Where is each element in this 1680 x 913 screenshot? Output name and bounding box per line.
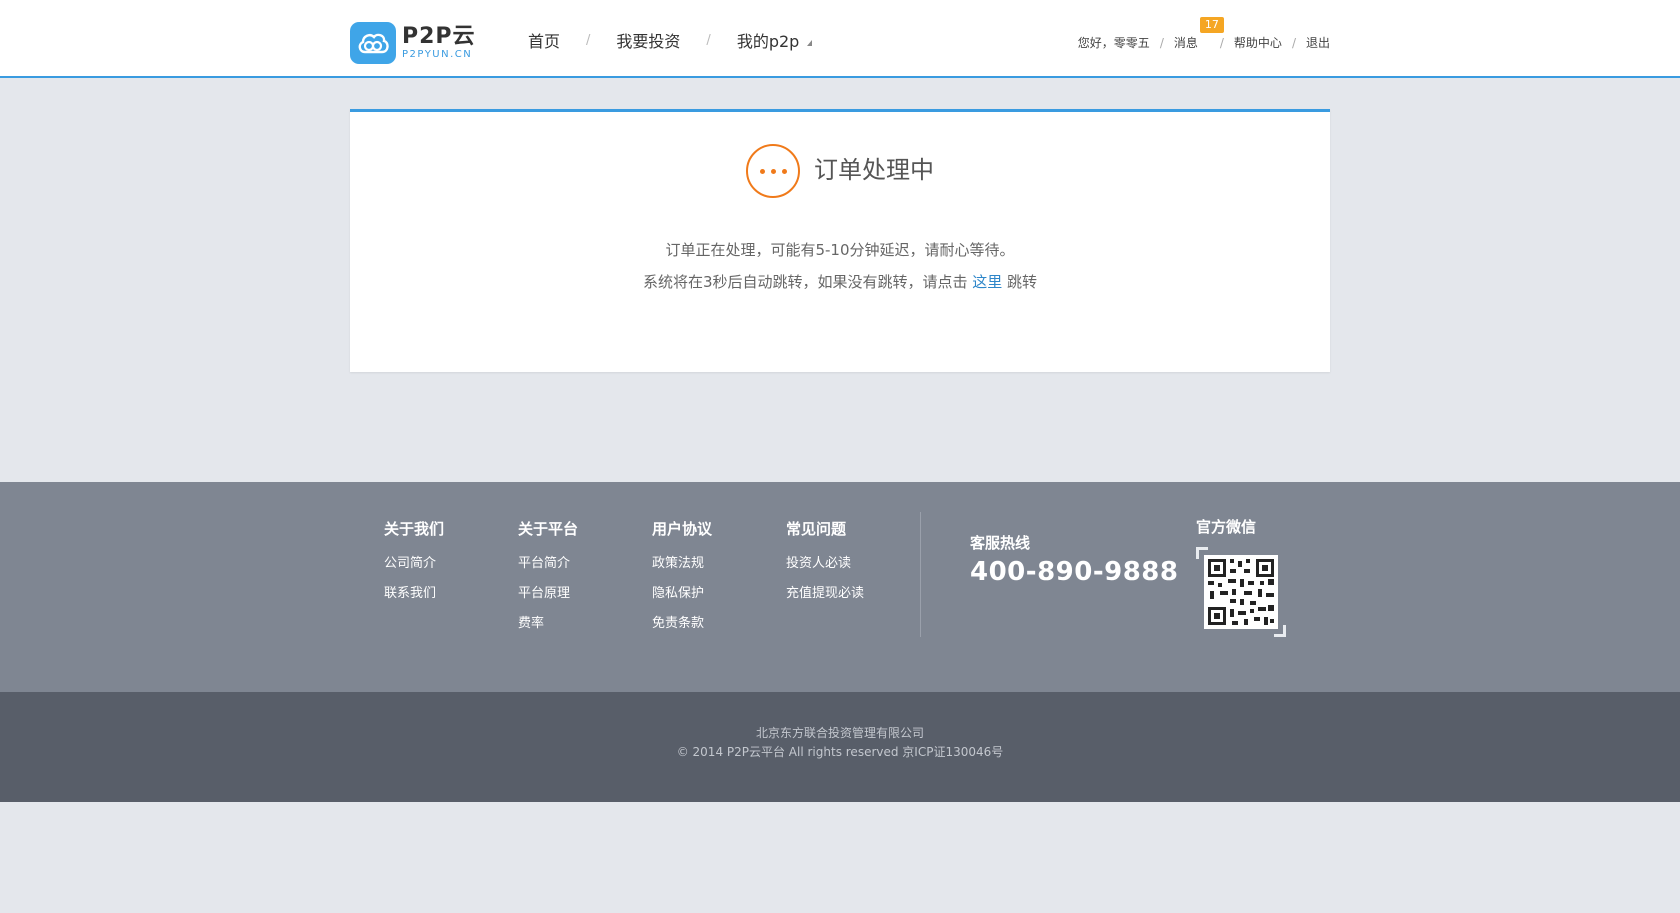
main-nav: 首页 / 我要投资 / 我的p2p <box>528 28 813 52</box>
qr-code-icon <box>1204 555 1278 629</box>
logo-domain: P2PYUN.CN <box>402 49 473 60</box>
footer-column-user-agreement: 用户协议 政策法规 隐私保护 免责条款 <box>652 518 712 639</box>
footer-link[interactable]: 投资人必读 <box>786 549 864 579</box>
footer-column-title: 关于平台 <box>518 520 579 538</box>
customer-hotline: 客服热线 400-890-9888 <box>970 532 1179 587</box>
nav-separator: / <box>586 32 591 48</box>
order-status-card: 订单处理中 订单正在处理，可能有5-10分钟延迟，请耐心等待。 系统将在3秒后自… <box>350 109 1330 372</box>
status-message: 订单正在处理，可能有5-10分钟延迟，请耐心等待。 系统将在3秒后自动跳转，如果… <box>350 234 1330 298</box>
processing-icon <box>746 144 800 198</box>
hotline-number: 400-890-9888 <box>970 557 1179 587</box>
official-wechat: 官方微信 <box>1196 516 1286 637</box>
footer-link[interactable]: 免责条款 <box>652 609 712 639</box>
footer-column-about-platform: 关于平台 平台简介 平台原理 费率 <box>518 518 578 639</box>
footer-column-about-us: 关于我们 公司简介 联系我们 <box>384 518 444 609</box>
wechat-qr-frame <box>1196 547 1286 637</box>
site-logo[interactable]: P2P云 P2PYUN.CN <box>350 22 476 64</box>
footer-column-faq: 常见问题 投资人必读 充值提现必读 <box>786 518 864 609</box>
help-center-link[interactable]: 帮助中心 <box>1234 34 1282 51</box>
messages-label: 消息 <box>1173 36 1198 50</box>
footer-column-title: 关于我们 <box>384 520 445 538</box>
messages-link[interactable]: 消息 17 <box>1173 17 1224 51</box>
site-footer: 关于我们 公司简介 联系我们 关于平台 平台简介 平台原理 费率 用户协议 政策… <box>0 482 1680 692</box>
footer-link[interactable]: 充值提现必读 <box>786 579 864 609</box>
cloud-icon <box>350 22 396 64</box>
footer-divider <box>920 512 921 637</box>
redirect-text-end: 跳转 <box>1002 273 1038 291</box>
footer-link[interactable]: 公司简介 <box>384 549 444 579</box>
nav-invest[interactable]: 我要投资 <box>616 28 680 52</box>
footer-link[interactable]: 费率 <box>518 609 578 639</box>
redirect-link[interactable]: 这里 <box>972 273 1002 291</box>
nav-separator: / <box>706 32 711 48</box>
copyright-bar: 北京东方联合投资管理有限公司 © 2014 P2P云平台 All rights … <box>0 692 1680 802</box>
messages-count-badge: 17 <box>1199 17 1224 33</box>
user-bar-separator: / <box>1219 35 1224 50</box>
company-name: 北京东方联合投资管理有限公司 <box>755 726 924 740</box>
user-bar: 您好，零零五 / 消息 17 / 帮助中心 / 退出 <box>1077 17 1330 51</box>
nav-my-p2p[interactable]: 我的p2p <box>737 28 813 52</box>
hotline-label: 客服热线 <box>970 534 1031 552</box>
wechat-label: 官方微信 <box>1196 518 1257 536</box>
nav-home[interactable]: 首页 <box>528 28 560 52</box>
footer-link[interactable]: 隐私保护 <box>652 579 712 609</box>
footer-link[interactable]: 联系我们 <box>384 579 444 609</box>
caret-down-icon <box>807 39 813 46</box>
footer-column-title: 用户协议 <box>652 520 713 538</box>
footer-column-title: 常见问题 <box>786 520 847 538</box>
user-greeting: 您好，零零五 <box>1077 36 1150 50</box>
redirect-text: 系统将在3秒后自动跳转，如果没有跳转，请点击 <box>642 273 973 291</box>
logo-text: P2P云 <box>402 24 476 49</box>
footer-link[interactable]: 政策法规 <box>652 549 712 579</box>
status-heading: 订单处理中 <box>746 144 934 198</box>
status-title: 订单处理中 <box>814 155 934 184</box>
status-line-1: 订单正在处理，可能有5-10分钟延迟，请耐心等待。 <box>665 241 1015 259</box>
footer-link[interactable]: 平台简介 <box>518 549 578 579</box>
copyright-notice: © 2014 P2P云平台 All rights reserved 京ICP证1… <box>676 745 1004 759</box>
status-line-2: 系统将在3秒后自动跳转，如果没有跳转，请点击 这里 跳转 <box>350 266 1330 298</box>
top-header: P2P云 P2PYUN.CN 首页 / 我要投资 / 我的p2p 您好，零零五 … <box>0 0 1680 78</box>
user-bar-separator: / <box>1159 35 1164 50</box>
logout-link[interactable]: 退出 <box>1306 34 1330 51</box>
footer-link[interactable]: 平台原理 <box>518 579 578 609</box>
user-bar-separator: / <box>1291 35 1296 50</box>
nav-my-p2p-label: 我的p2p <box>736 32 800 51</box>
